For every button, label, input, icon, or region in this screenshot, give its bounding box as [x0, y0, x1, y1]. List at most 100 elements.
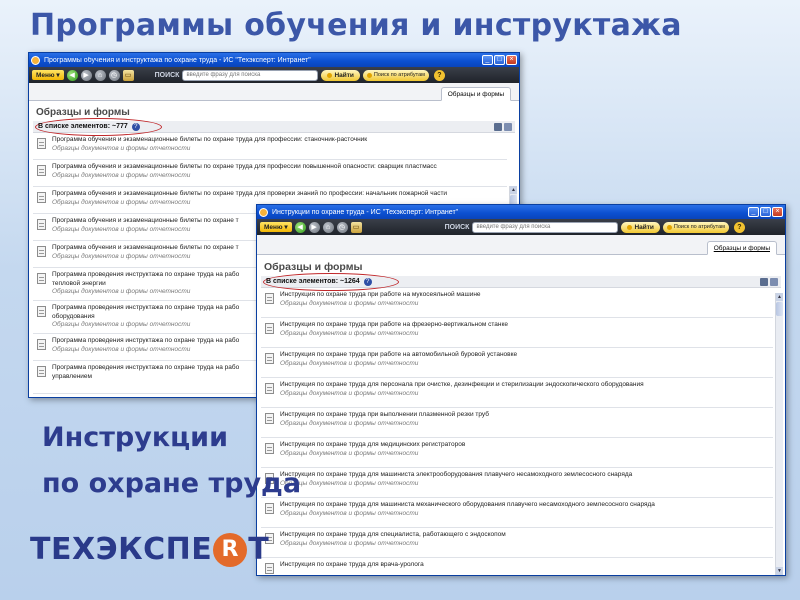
count-bar: В списке элементов: ~777 ? [33, 118, 515, 136]
item-title-line2: тепловой энергии [52, 279, 106, 287]
view-grid-icon[interactable] [770, 278, 778, 286]
list-item[interactable]: Программа обучения и экзаменационные бил… [33, 133, 507, 160]
search-input[interactable] [472, 221, 619, 233]
item-title: Программа проведения инструктажа по охра… [52, 337, 240, 344]
item-category: Образцы документов и формы отчетности [52, 321, 191, 328]
document-icon [37, 339, 46, 350]
scroll-thumb[interactable] [776, 302, 783, 316]
item-title: Программа обучения и экзаменационные бил… [52, 136, 368, 143]
minimize-icon[interactable]: _ [748, 207, 759, 217]
list-item[interactable]: Инструкция по охране труда при работе на… [261, 288, 773, 318]
attribute-search-button[interactable]: Поиск по атрибутам [362, 69, 429, 81]
home-icon[interactable]: ⌂ [322, 221, 334, 233]
item-title: Инструкция по охране труда для медицинск… [280, 441, 466, 448]
close-icon[interactable]: × [772, 207, 783, 217]
item-title-line2: оборудования [52, 312, 95, 320]
help-icon[interactable]: ? [733, 221, 745, 233]
find-button[interactable]: Найти [621, 221, 660, 233]
window-titlebar[interactable]: Инструкции по охране труда - ИС "Техэксп… [257, 205, 785, 219]
app-icon [31, 55, 40, 65]
item-title: Инструкция по охране труда для персонала… [280, 381, 644, 388]
document-icon [37, 306, 46, 317]
item-title: Программа обучения и экзаменационные бил… [52, 244, 239, 251]
item-category: Образцы документов и формы отчетности [52, 171, 191, 179]
view-grid-icon[interactable] [504, 123, 512, 131]
window-instructions: Инструкции по охране труда - ИС "Техэксп… [256, 204, 786, 576]
folder-icon[interactable]: ▭ [350, 221, 362, 233]
item-category: Образцы документов и формы отчетности [52, 225, 191, 233]
window-title: Программы обучения и инструктажа по охра… [44, 56, 311, 64]
menu-button[interactable]: Меню ▾ [32, 70, 64, 80]
find-button[interactable]: Найти [321, 69, 360, 81]
close-icon[interactable]: × [506, 55, 517, 65]
view-list-icon[interactable] [760, 278, 768, 286]
list-item[interactable]: Программа обучения и экзаменационные бил… [33, 160, 507, 187]
item-title: Программа проведения инструктажа по охра… [52, 364, 240, 371]
item-title: Инструкция по охране труда для специалис… [280, 531, 506, 538]
item-title: Программа обучения и экзаменационные бил… [52, 190, 448, 197]
logo-r-mark: R [213, 532, 248, 567]
info-icon[interactable]: ? [131, 122, 140, 131]
document-icon [265, 413, 274, 424]
slide-title: Программы обучения и инструктажа [30, 8, 682, 43]
window-titlebar[interactable]: Программы обучения и инструктажа по охра… [29, 53, 519, 67]
minimize-icon[interactable]: _ [482, 55, 493, 65]
attribute-search-button[interactable]: Поиск по атрибутам [662, 221, 729, 233]
forward-icon[interactable]: ▶ [80, 69, 92, 81]
search-icon [327, 72, 333, 78]
item-category: Образцы документов и формы отчетности [280, 359, 419, 367]
scrollbar[interactable]: ▲ ▼ [775, 293, 783, 575]
scroll-up-icon[interactable]: ▲ [510, 186, 517, 194]
search-label: ПОИСК [154, 71, 180, 79]
item-category: Образцы документов и формы отчетности [280, 419, 419, 427]
document-icon [265, 353, 274, 364]
item-category: Образцы документов и формы отчетности [52, 288, 191, 295]
search-icon [627, 224, 633, 230]
item-category: Образцы документов и формы отчетности [52, 144, 191, 152]
list-item[interactable]: Инструкция по охране труда для персонала… [261, 378, 773, 408]
home-icon[interactable]: ⌂ [94, 69, 106, 81]
item-category: Образцы документов и формы отчетности [52, 345, 191, 353]
window-title: Инструкции по охране труда - ИС "Техэксп… [272, 208, 459, 216]
search-input[interactable] [182, 69, 319, 81]
search-icon [366, 72, 372, 78]
item-title: Инструкция по охране труда для машиниста… [280, 471, 633, 478]
back-icon[interactable]: ◀ [66, 69, 78, 81]
forward-icon[interactable]: ▶ [308, 221, 320, 233]
back-icon[interactable]: ◀ [294, 221, 306, 233]
item-title: Программа проведения инструктажа по охра… [52, 304, 240, 311]
list-item[interactable]: Инструкция по охране труда при работе на… [261, 348, 773, 378]
techexpert-logo: ТЕХЭКСПЕ R Т [30, 532, 269, 567]
tab-samples-forms[interactable]: Образцы и формы [706, 241, 777, 255]
view-list-icon[interactable] [494, 123, 502, 131]
scroll-up-icon[interactable]: ▲ [776, 293, 783, 301]
menu-button[interactable]: Меню ▾ [260, 222, 292, 232]
history-icon[interactable]: ◷ [336, 221, 348, 233]
history-icon[interactable]: ◷ [108, 69, 120, 81]
scroll-down-icon[interactable]: ▼ [776, 567, 783, 575]
item-category: Образцы документов и формы отчетности [280, 389, 419, 397]
help-icon[interactable]: ? [433, 69, 445, 81]
element-count: В списке элементов: ~777 [38, 123, 128, 130]
maximize-icon[interactable]: □ [760, 207, 771, 217]
list-item[interactable]: Инструкция по охране труда для машиниста… [261, 498, 773, 528]
list-item[interactable]: Инструкция по охране труда при работе на… [261, 318, 773, 348]
list-item[interactable]: Инструкция по охране труда для специалис… [261, 528, 773, 558]
document-icon [37, 192, 46, 203]
item-title: Инструкция по охране труда при работе на… [280, 321, 509, 328]
item-title: Программа проведения инструктажа по охра… [52, 271, 240, 278]
list-item[interactable]: Инструкция по охране труда для медицинск… [261, 438, 773, 468]
document-icon [37, 366, 46, 377]
toolbar: Меню ▾ ◀ ▶ ⌂ ◷ ▭ ПОИСК Найти Поиск по ат… [257, 219, 785, 235]
list-item[interactable]: Инструкция по охране труда для врача-уро… [261, 558, 773, 575]
list-item[interactable]: Инструкция по охране труда при выполнени… [261, 408, 773, 438]
info-icon[interactable]: ? [363, 277, 372, 286]
item-category: Образцы документов и формы отчетности [280, 509, 419, 517]
search-label: ПОИСК [444, 223, 470, 231]
tab-samples-forms[interactable]: Образцы и формы [440, 87, 511, 101]
folder-icon[interactable]: ▭ [122, 69, 134, 81]
item-title: Инструкция по охране труда при работе на… [280, 291, 481, 298]
logo-text-part1: ТЕХЭКСПЕ [30, 532, 213, 567]
list-item[interactable]: Инструкция по охране труда для машиниста… [261, 468, 773, 498]
maximize-icon[interactable]: □ [494, 55, 505, 65]
